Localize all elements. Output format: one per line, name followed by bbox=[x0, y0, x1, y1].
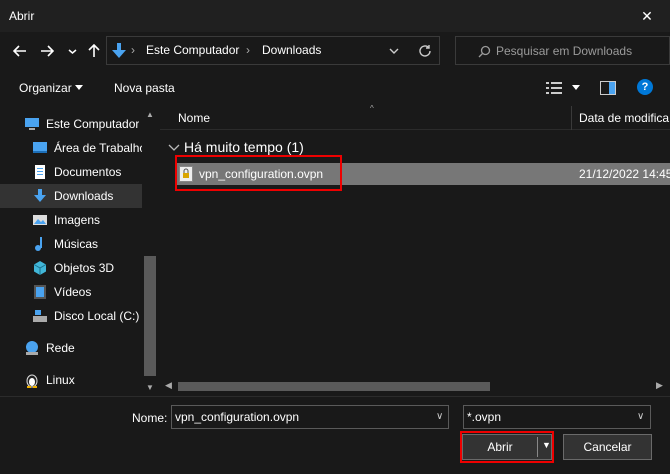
drive-icon bbox=[33, 310, 47, 322]
sidebar-item-imagens[interactable]: Imagens bbox=[0, 208, 142, 232]
arrow-up-icon bbox=[88, 44, 100, 57]
title-bar: Abrir ✕ bbox=[0, 0, 670, 32]
sidebar-item-videos[interactable]: Vídeos bbox=[0, 280, 142, 304]
computer-icon bbox=[25, 118, 39, 130]
window-title: Abrir bbox=[9, 9, 35, 23]
linux-icon bbox=[26, 374, 38, 388]
breadcrumb-separator: › bbox=[246, 43, 250, 57]
file-list: Nome ^ Data de modifica Há muito tempo (… bbox=[160, 104, 670, 396]
organize-button[interactable]: Organizar bbox=[19, 81, 72, 95]
chevron-down-icon bbox=[68, 48, 76, 54]
search-placeholder: Pesquisar em Downloads bbox=[496, 44, 633, 58]
sidebar-scrollbar[interactable]: ▲ ▼ bbox=[143, 106, 157, 396]
column-divider[interactable] bbox=[571, 106, 572, 130]
highlight-box bbox=[460, 431, 554, 463]
scroll-down-icon[interactable]: ▼ bbox=[146, 383, 154, 392]
sidebar-item-este-computador[interactable]: Este Computador bbox=[0, 112, 142, 136]
breadcrumb-separator: › bbox=[131, 43, 135, 57]
sidebar-item-objetos-3d[interactable]: Objetos 3D bbox=[0, 256, 142, 280]
filename-label: Nome: bbox=[132, 411, 168, 425]
downloads-icon bbox=[34, 189, 46, 202]
navigation-pane: Este Computador Área de Trabalhc Documen… bbox=[0, 106, 160, 396]
close-icon[interactable]: ✕ bbox=[624, 0, 670, 32]
horizontal-scrollbar[interactable]: ◀ ▶ bbox=[160, 378, 670, 395]
sidebar-item-disco-local[interactable]: Disco Local (C:) bbox=[0, 304, 142, 328]
sidebar-item-musicas[interactable]: Músicas bbox=[0, 232, 142, 256]
arrow-right-icon bbox=[41, 45, 54, 57]
group-label: Há muito tempo (1) bbox=[184, 139, 304, 155]
sidebar-item-area-de-trabalho[interactable]: Área de Trabalhc bbox=[0, 136, 142, 160]
scroll-left-icon[interactable]: ◀ bbox=[165, 380, 172, 391]
sidebar-item-downloads[interactable]: Downloads bbox=[0, 184, 142, 208]
sort-up-icon: ^ bbox=[370, 104, 374, 113]
highlight-box bbox=[175, 155, 342, 191]
command-toolbar: Organizar Nova pasta ? bbox=[0, 70, 670, 106]
music-icon bbox=[35, 237, 42, 251]
pictures-icon bbox=[33, 215, 47, 225]
new-folder-button[interactable]: Nova pasta bbox=[114, 81, 175, 95]
forward-button[interactable] bbox=[36, 32, 58, 70]
search-input[interactable]: Pesquisar em Downloads bbox=[455, 36, 670, 65]
filetype-value: *.ovpn bbox=[467, 410, 502, 424]
chevron-down-icon[interactable] bbox=[389, 47, 399, 55]
breadcrumb-item[interactable]: Este Computador bbox=[146, 43, 239, 57]
videos-icon bbox=[34, 285, 46, 299]
filename-value: vpn_configuration.ovpn bbox=[175, 410, 300, 424]
sidebar-item-rede[interactable]: Rede bbox=[0, 336, 142, 360]
column-headers: Nome ^ Data de modifica bbox=[160, 104, 670, 130]
arrow-left-icon bbox=[13, 45, 26, 57]
downloads-icon bbox=[112, 43, 126, 58]
chevron-down-icon bbox=[168, 144, 180, 151]
view-details-icon[interactable] bbox=[546, 82, 562, 94]
objects-3d-icon bbox=[33, 261, 47, 275]
sidebar-item-documentos[interactable]: Documentos bbox=[0, 160, 142, 184]
chevron-down-icon[interactable]: ∨ bbox=[436, 411, 443, 422]
caret-down-icon bbox=[75, 85, 83, 90]
up-button[interactable] bbox=[84, 32, 104, 70]
desktop-icon bbox=[33, 142, 47, 153]
scrollbar-thumb[interactable] bbox=[144, 256, 156, 376]
navigation-bar: › Este Computador › Downloads Pesquisar … bbox=[0, 32, 670, 70]
filename-field[interactable]: vpn_configuration.ovpn ∨ bbox=[171, 405, 449, 429]
scrollbar-thumb[interactable] bbox=[178, 382, 490, 391]
scroll-up-icon[interactable]: ▲ bbox=[146, 110, 154, 119]
column-header-date[interactable]: Data de modifica bbox=[579, 111, 669, 125]
cancel-button-label: Cancelar bbox=[583, 440, 632, 454]
help-icon[interactable]: ? bbox=[637, 79, 653, 95]
recent-locations-button[interactable] bbox=[64, 32, 80, 70]
scroll-right-icon[interactable]: ▶ bbox=[656, 380, 663, 391]
documents-icon bbox=[35, 165, 45, 179]
network-icon bbox=[26, 341, 38, 355]
breadcrumb-item[interactable]: Downloads bbox=[262, 43, 321, 57]
chevron-down-icon[interactable]: ∨ bbox=[637, 411, 644, 422]
search-icon bbox=[478, 45, 491, 58]
column-header-name[interactable]: Nome bbox=[178, 111, 210, 125]
bottom-panel: Nome: vpn_configuration.ovpn ∨ *.ovpn ∨ … bbox=[0, 396, 670, 474]
group-header[interactable]: Há muito tempo (1) bbox=[168, 139, 304, 155]
caret-down-icon[interactable] bbox=[572, 85, 580, 91]
preview-pane-icon[interactable] bbox=[600, 81, 616, 95]
cancel-button[interactable]: Cancelar bbox=[563, 434, 652, 460]
refresh-icon[interactable] bbox=[418, 44, 432, 58]
address-bar[interactable]: › Este Computador › Downloads bbox=[106, 36, 440, 65]
file-date: 21/12/2022 14:45 bbox=[579, 167, 670, 181]
back-button[interactable] bbox=[8, 32, 32, 70]
filetype-select[interactable]: *.ovpn ∨ bbox=[463, 405, 651, 429]
sidebar-item-linux[interactable]: Linux bbox=[0, 368, 142, 392]
